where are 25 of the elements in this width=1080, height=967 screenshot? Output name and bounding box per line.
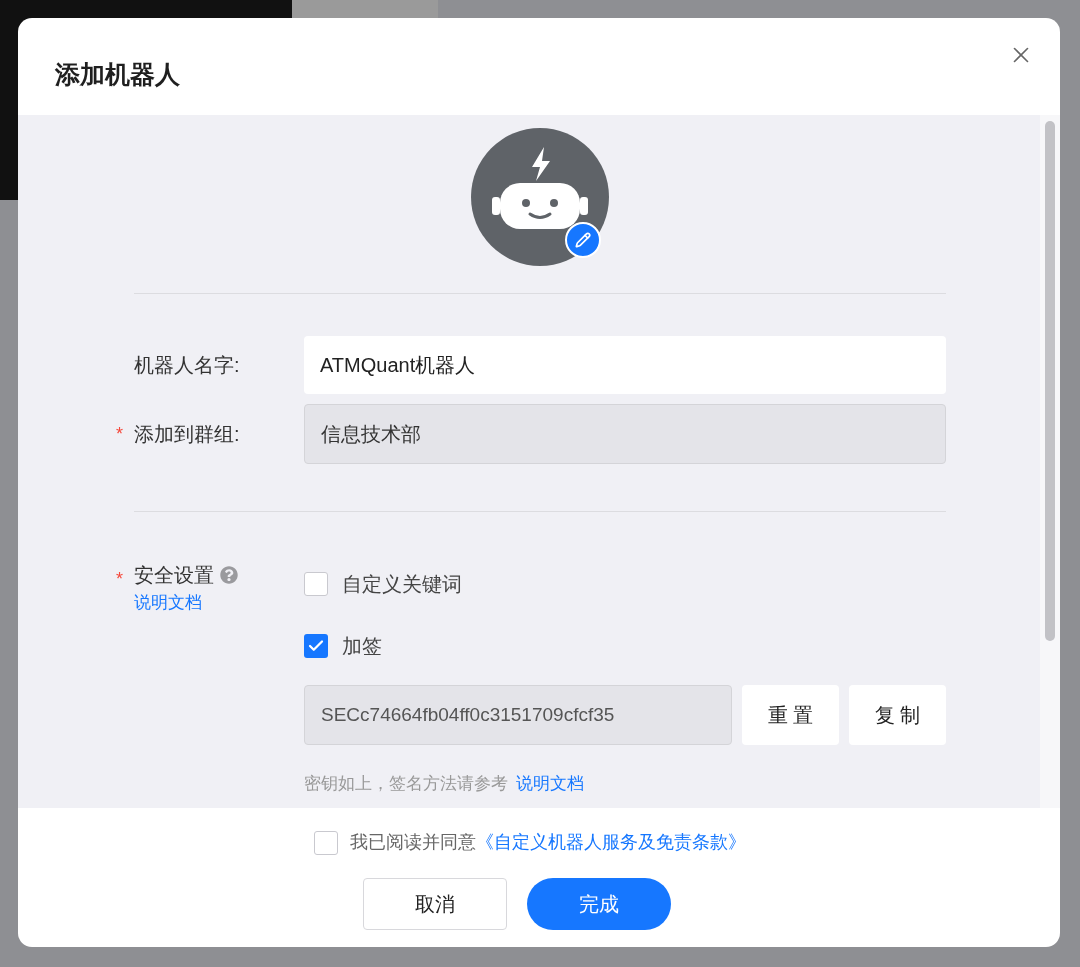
agreement-checkbox[interactable] bbox=[314, 830, 338, 855]
pencil-icon bbox=[575, 232, 591, 248]
hint-text: 密钥如上，签名方法请参考 bbox=[304, 773, 508, 795]
terms-link[interactable]: 《自定义机器人服务及免责条款》 bbox=[476, 829, 746, 856]
field-label: 安全设置 bbox=[134, 563, 214, 588]
doc-link[interactable]: 说明文档 bbox=[134, 593, 202, 612]
required-mark: * bbox=[116, 568, 123, 591]
field-label: 机器人名字: bbox=[134, 353, 240, 378]
done-button[interactable]: 完成 bbox=[527, 878, 671, 930]
text-field[interactable]: ATMQuant机器人 bbox=[304, 336, 946, 394]
action-button[interactable]: 重 置 bbox=[742, 685, 839, 745]
required-mark: * bbox=[116, 422, 123, 446]
action-button[interactable]: 复 制 bbox=[849, 685, 946, 745]
scrollbar[interactable] bbox=[1040, 115, 1060, 808]
checkbox[interactable] bbox=[304, 572, 328, 596]
cancel-button[interactable]: 取消 bbox=[363, 878, 507, 930]
help-icon[interactable] bbox=[220, 566, 238, 584]
robot-avatar-icon bbox=[470, 127, 610, 267]
agreement-text: 我已阅读并同意 bbox=[350, 831, 476, 854]
option-label: 自定义关键词 bbox=[342, 572, 462, 597]
dialog-title: 添加机器人 bbox=[55, 59, 180, 90]
checkbox[interactable] bbox=[304, 634, 328, 658]
option-label: 加签 bbox=[342, 634, 382, 659]
field-label: 添加到群组: bbox=[134, 422, 240, 447]
doc-link[interactable]: 说明文档 bbox=[516, 771, 584, 797]
